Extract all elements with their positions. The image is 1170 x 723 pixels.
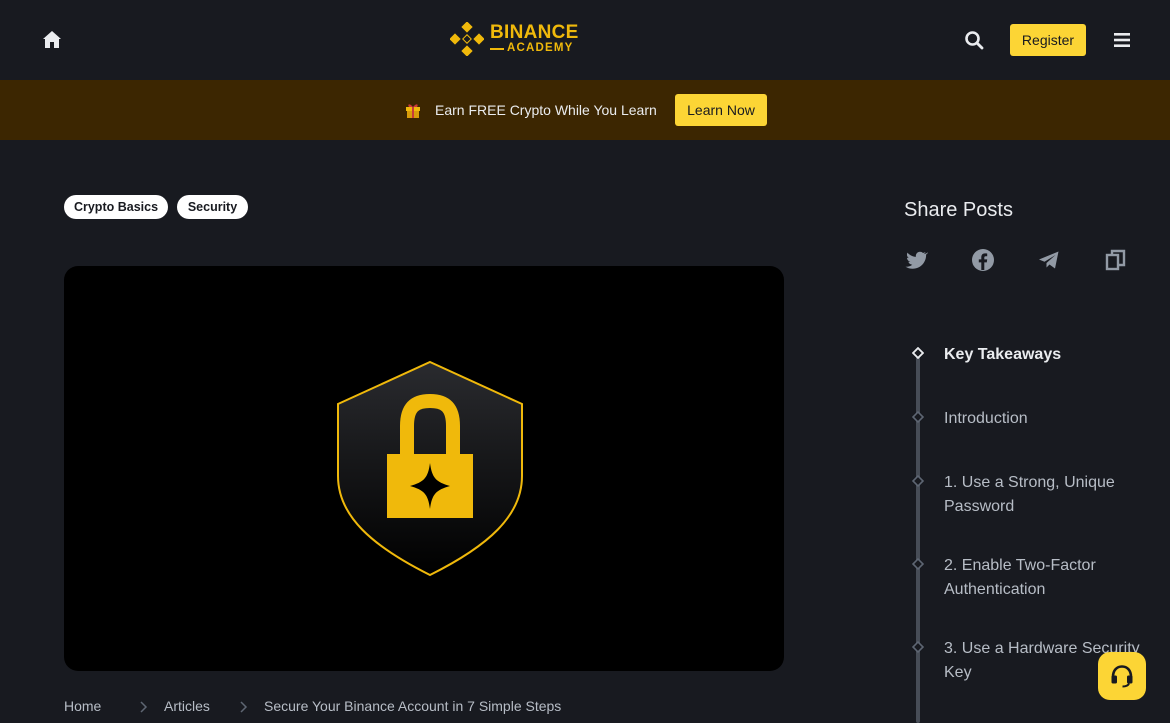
top-nav: BINANCE ACADEMY Register [0,0,1170,80]
toc-diamond-icon [911,557,925,571]
tag-crypto-basics[interactable]: Crypto Basics [64,195,168,219]
breadcrumb-articles[interactable]: Articles [164,698,210,714]
logo-sub-text: ACADEMY [507,42,574,55]
menu-icon[interactable] [1110,28,1134,52]
toc-item-introduction[interactable]: Introduction [944,407,1159,431]
copy-link-icon[interactable] [1104,248,1128,272]
binance-academy-logo[interactable]: BINANCE ACADEMY [450,22,579,56]
binance-logo-icon [450,22,484,56]
share-posts-title: Share Posts [904,199,1013,221]
breadcrumb-home[interactable]: Home [64,698,101,714]
chevron-right-icon [238,700,248,714]
toc-diamond-icon [911,640,925,654]
gift-icon [404,101,422,119]
toc-item-strong-password[interactable]: 1. Use a Strong, Unique Password [944,471,1159,519]
learn-now-button[interactable]: Learn Now [675,94,767,126]
breadcrumb-current: Secure Your Binance Account in 7 Simple … [264,698,562,714]
logo-main-text: BINANCE [490,22,579,44]
headset-icon [1111,665,1133,688]
article-hero-image [64,266,784,671]
register-button[interactable]: Register [1010,24,1086,56]
promo-text: Earn FREE Crypto While You Learn [435,102,657,118]
chevron-right-icon [138,700,148,714]
toc-item-two-factor[interactable]: 2. Enable Two-Factor Authentication [944,554,1159,602]
twitter-icon[interactable] [904,248,929,272]
home-icon[interactable] [40,28,64,52]
tag-security[interactable]: Security [177,195,248,219]
toc-item-key-takeaways[interactable]: Key Takeaways [944,343,1159,367]
toc-active-diamond-icon [911,346,925,360]
toc-diamond-icon [911,410,925,424]
telegram-icon[interactable] [1037,248,1061,272]
toc-diamond-icon [911,474,925,488]
search-icon[interactable] [962,28,986,52]
support-chat-button[interactable] [1098,652,1146,700]
facebook-icon[interactable] [971,248,995,272]
